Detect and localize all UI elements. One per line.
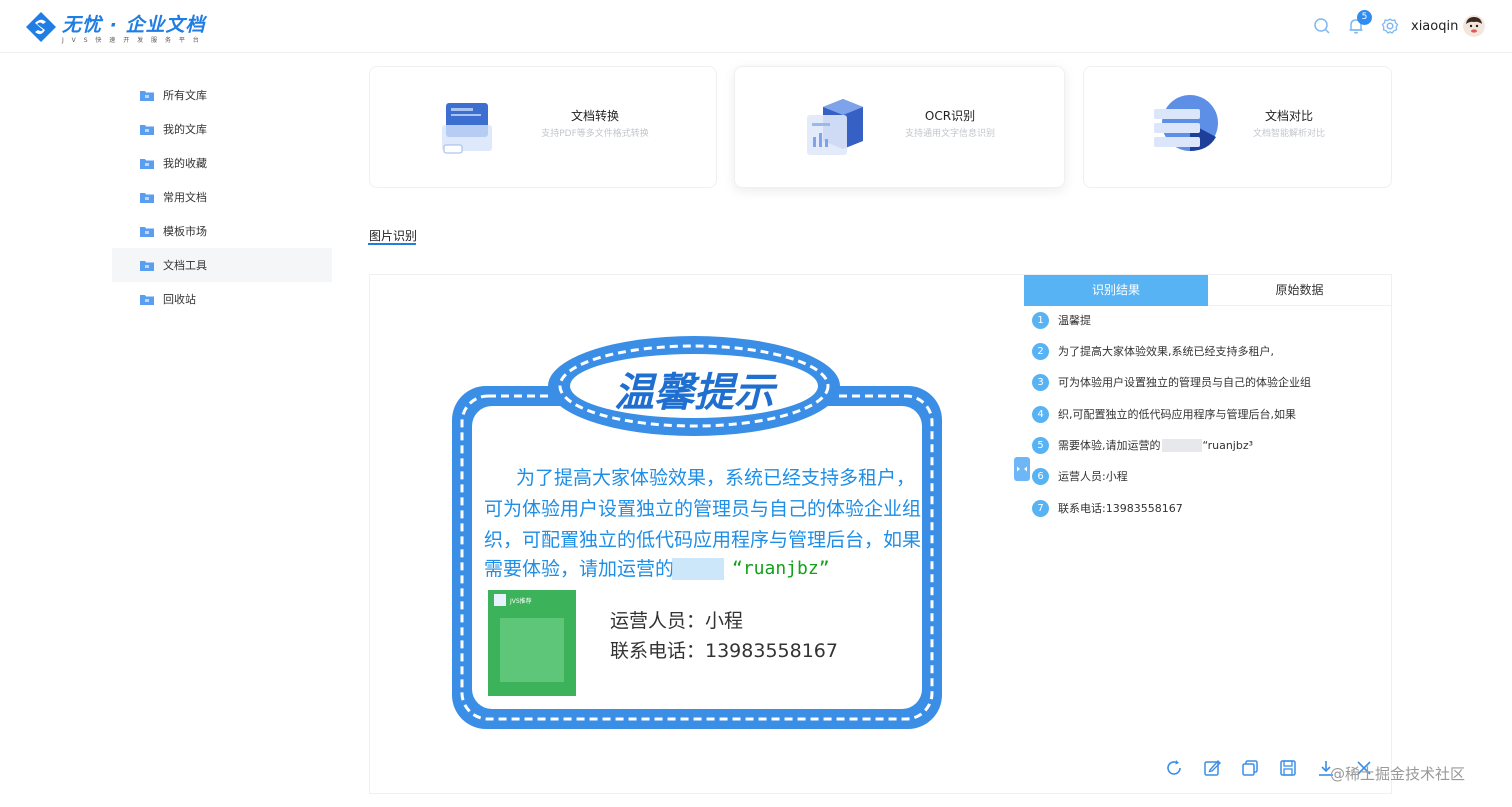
- collapse-arrows-icon: [1017, 466, 1027, 472]
- sidebar-item-label: 模板市场: [163, 225, 207, 238]
- line-number: 7: [1032, 499, 1049, 517]
- notification-badge: 5: [1357, 10, 1372, 25]
- line-number: 1: [1032, 311, 1049, 329]
- folder-icon: [140, 294, 154, 305]
- poster-line: 织，可配置独立的低代码应用程序与管理后台，如果: [484, 529, 921, 551]
- logo-icon: [26, 12, 56, 42]
- sidebar-item-my-favorites[interactable]: 我的收藏: [112, 146, 332, 180]
- sidebar-item-all-libraries[interactable]: 所有文库: [112, 78, 332, 112]
- card-subtitle: 支持通用文字信息识别: [904, 129, 995, 139]
- result-line[interactable]: 5 需要体验,请加运营的 “ruanjbz³: [1032, 435, 1253, 455]
- result-line[interactable]: 1 温馨提: [1032, 310, 1091, 330]
- card-subtitle: 文档智能解析对比: [1252, 129, 1325, 139]
- sidebar-item-label: 回收站: [163, 293, 196, 306]
- brand-name: 无忧 · 企业文档: [62, 14, 206, 36]
- result-text: 联系电话:13983558167: [1058, 502, 1183, 515]
- document-compare-icon: [1154, 95, 1218, 151]
- result-text: 织,可配置独立的低代码应用程序与管理后台,如果: [1058, 408, 1296, 421]
- avatar[interactable]: [1463, 15, 1485, 37]
- result-text-suffix: “ruanjbz³: [1202, 438, 1254, 452]
- uploaded-image-preview[interactable]: 温馨提示 为了提高大家体验效果，系统已经支持多租户， 可为体验用户设置独立的管理…: [450, 334, 944, 734]
- sidebar-item-label: 我的收藏: [163, 157, 207, 170]
- tool-card-ocr[interactable]: OCR识别 支持通用文字信息识别: [734, 66, 1065, 188]
- card-subtitle: 支持PDF等多文件格式转换: [541, 129, 649, 139]
- sidebar-item-common-docs[interactable]: 常用文档: [112, 180, 332, 214]
- poster-line: 为了提高大家体验效果，系统已经支持多租户，: [516, 467, 915, 489]
- result-line[interactable]: 7 联系电话:13983558167: [1032, 498, 1183, 518]
- result-text: 可为体验用户设置独立的管理员与自己的体验企业组: [1058, 376, 1311, 389]
- document-convert-icon: [442, 103, 492, 154]
- poster-heading: 温馨提示: [614, 370, 778, 416]
- card-title: 文档转换: [570, 109, 619, 123]
- search-icon[interactable]: [1312, 16, 1332, 36]
- watermark: @稀土掘金技术社区: [1330, 765, 1466, 783]
- result-line[interactable]: 6 运营人员:小程: [1032, 466, 1128, 486]
- blurred-id: [672, 558, 724, 580]
- tab-raw-data[interactable]: 原始数据: [1208, 275, 1391, 306]
- folder-icon: [140, 226, 154, 237]
- sidebar-item-label: 文档工具: [163, 259, 207, 272]
- ocr-icon: [807, 99, 863, 155]
- qr-label: JVS推荐: [509, 597, 532, 605]
- tab-active-indicator: [368, 243, 416, 245]
- poster-line: 可为体验用户设置独立的管理员与自己的体验企业组: [484, 498, 921, 520]
- sidebar-item-label: 我的文库: [163, 123, 207, 136]
- refresh-icon[interactable]: [1164, 758, 1184, 778]
- tab-recognition-result[interactable]: 识别结果: [1024, 275, 1208, 306]
- sidebar-item-doc-tools[interactable]: 文档工具: [112, 248, 332, 282]
- poster-line: 需要体验，请加运营的: [484, 558, 674, 580]
- tool-card-doc-convert[interactable]: 文档转换 支持PDF等多文件格式转换: [369, 66, 717, 188]
- card-title: OCR识别: [924, 109, 976, 123]
- folder-icon: [140, 192, 154, 203]
- result-line[interactable]: 3 可为体验用户设置独立的管理员与自己的体验企业组: [1032, 372, 1311, 392]
- poster-staff: 运营人员：小程: [610, 610, 743, 632]
- result-line[interactable]: 2 为了提高大家体验效果,系统已经支持多租户,: [1032, 341, 1274, 361]
- sidebar-item-label: 常用文档: [163, 191, 207, 204]
- sidebar-item-recycle-bin[interactable]: 回收站: [112, 282, 332, 316]
- tool-card-doc-compare[interactable]: 文档对比 文档智能解析对比: [1083, 66, 1392, 188]
- result-text: 温馨提: [1058, 314, 1091, 327]
- result-text: 需要体验,请加运营的: [1058, 439, 1161, 452]
- sidebar-item-my-libraries[interactable]: 我的文库: [112, 112, 332, 146]
- folder-icon: [140, 158, 154, 169]
- poster-phone: 联系电话：13983558167: [610, 640, 838, 662]
- blurred-id: [1161, 438, 1202, 452]
- line-number: 2: [1032, 342, 1049, 360]
- save-icon[interactable]: [1278, 758, 1298, 778]
- folder-icon: [140, 90, 154, 101]
- top-header: 无忧 · 企业文档 J V S 快 速 开 发 服 务 平 台 5 xiaoqi…: [0, 0, 1512, 53]
- result-text: 运营人员:小程: [1058, 470, 1128, 483]
- result-line[interactable]: 4 织,可配置独立的低代码应用程序与管理后台,如果: [1032, 404, 1296, 424]
- sidebar: 所有文库 我的文库 我的收藏 常用文档 模板市场 文档工具 回收站: [112, 78, 332, 316]
- brand-logo[interactable]: 无忧 · 企业文档 J V S 快 速 开 发 服 务 平 台: [24, 8, 204, 46]
- copy-icon[interactable]: [1240, 758, 1260, 778]
- line-number: 4: [1032, 405, 1049, 423]
- poster-wechat: “ruanjbz”: [732, 558, 830, 579]
- username[interactable]: xiaoqin: [1411, 19, 1458, 34]
- gear-icon[interactable]: [1380, 16, 1400, 36]
- folder-icon: [140, 260, 154, 271]
- edit-icon[interactable]: [1202, 758, 1222, 778]
- sidebar-item-label: 所有文库: [163, 89, 207, 102]
- tab-image-recognition[interactable]: 图片识别: [369, 227, 417, 244]
- brand-subtitle: J V S 快 速 开 发 服 务 平 台: [62, 37, 202, 44]
- line-number: 6: [1032, 467, 1049, 485]
- line-number: 5: [1032, 436, 1049, 454]
- card-title: 文档对比: [1264, 109, 1313, 123]
- sidebar-item-template-market[interactable]: 模板市场: [112, 214, 332, 248]
- result-text: 为了提高大家体验效果,系统已经支持多租户,: [1058, 345, 1274, 358]
- line-number: 3: [1032, 373, 1049, 391]
- collapse-toggle[interactable]: [1014, 457, 1030, 481]
- folder-icon: [140, 124, 154, 135]
